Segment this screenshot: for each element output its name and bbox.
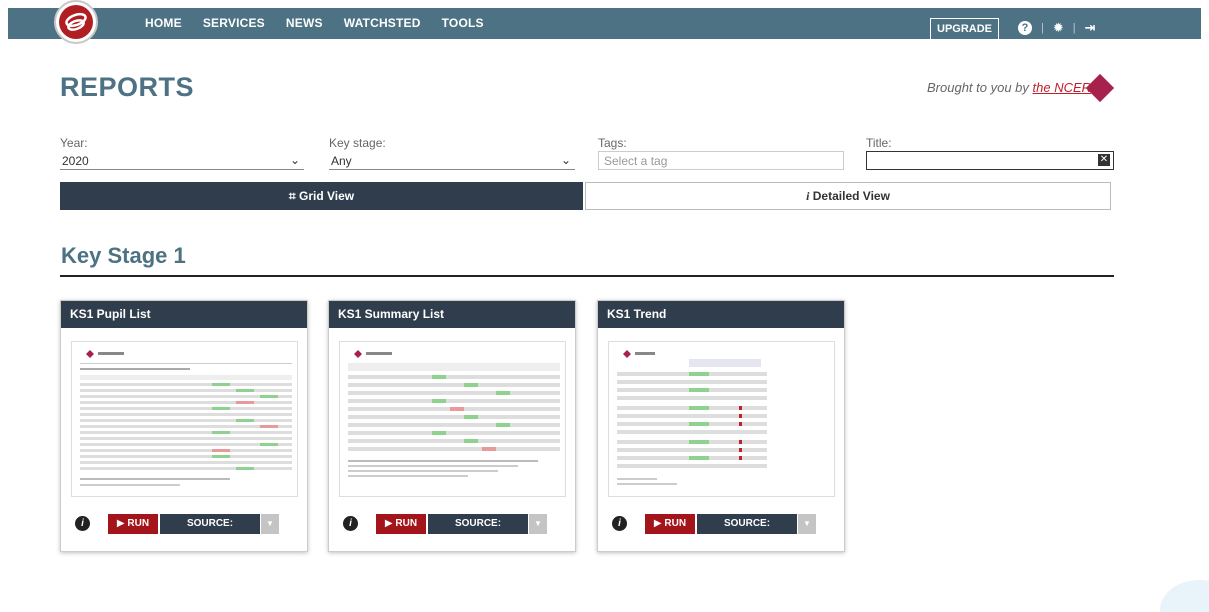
run-button[interactable]: ▶ RUN — [108, 514, 158, 534]
run-button[interactable]: ▶ RUN — [645, 514, 695, 534]
nav-news[interactable]: NEWS — [286, 16, 323, 30]
separator: | — [1072, 22, 1076, 34]
run-button[interactable]: ▶ RUN — [376, 514, 426, 534]
detailed-view-label: Detailed View — [812, 189, 890, 203]
brand-logo-mark — [59, 5, 93, 39]
info-icon[interactable]: i — [343, 516, 358, 531]
card-title: KS1 Trend — [598, 301, 844, 328]
sign-out-icon[interactable]: ⇥ — [1085, 20, 1096, 36]
credit-prefix: Brought to you by — [927, 80, 1033, 95]
report-card-ks1-trend: KS1 Trend i ▶ RUN SOURCE: PREDICTED ▼ — [597, 300, 845, 552]
section-title: Key Stage 1 — [61, 243, 186, 268]
separator: | — [1041, 22, 1044, 34]
info-icon[interactable]: i — [75, 516, 90, 531]
info-icon: i — [806, 189, 810, 203]
keystage-label: Key stage: — [329, 136, 386, 150]
tags-input[interactable]: Select a tag — [598, 151, 844, 170]
report-preview-thumbnail[interactable] — [71, 341, 298, 497]
nav-services[interactable]: SERVICES — [203, 16, 265, 30]
keystage-value: Any — [331, 154, 352, 168]
grid-icon: ⌗ — [288, 189, 296, 203]
utility-icons: ? | ✹ | ⇥ — [1018, 20, 1096, 36]
nav-watchsted[interactable]: WATCHSTED — [344, 16, 421, 30]
info-icon[interactable]: i — [612, 516, 627, 531]
year-select[interactable]: 2020 ⌄ — [60, 151, 304, 170]
source-button[interactable]: SOURCE: PREDICTED — [428, 514, 528, 549]
detailed-view-button[interactable]: i Detailed View — [585, 182, 1111, 210]
decorative-swoosh — [1160, 580, 1209, 612]
question-circle-icon[interactable]: ? — [1018, 21, 1032, 35]
source-dropdown-chevron-icon[interactable]: ▼ — [798, 514, 816, 534]
card-title: KS1 Pupil List — [61, 301, 307, 328]
report-preview-thumbnail[interactable] — [608, 341, 835, 497]
keystage-select[interactable]: Any ⌄ — [329, 151, 575, 170]
brand-logo[interactable] — [54, 0, 98, 44]
card-title: KS1 Summary List — [329, 301, 575, 328]
run-label: RUN — [664, 518, 687, 529]
top-nav-bar: HOME SERVICES NEWS WATCHSTED TOOLS UPGRA… — [8, 8, 1201, 40]
run-label: RUN — [127, 518, 150, 529]
clear-icon[interactable]: ✕ — [1098, 154, 1110, 166]
nav-home[interactable]: HOME — [145, 16, 182, 30]
chevron-down-icon: ⌄ — [560, 153, 571, 167]
section-divider — [60, 275, 1114, 277]
source-button[interactable]: SOURCE: PREDICTED — [697, 514, 797, 549]
grid-view-label: Grid View — [298, 189, 355, 203]
ncer-link[interactable]: the NCER — [1033, 80, 1092, 95]
report-card-ks1-summary-list: KS1 Summary List i ▶ RUN SOURCE: PREDICT… — [328, 300, 576, 552]
nav-tools[interactable]: TOOLS — [442, 16, 484, 30]
gear-icon[interactable]: ✹ — [1053, 20, 1064, 36]
grid-view-button[interactable]: ⌗ Grid View — [60, 182, 583, 210]
year-label: Year: — [60, 136, 88, 150]
report-card-ks1-pupil-list: KS1 Pupil List i ▶ RUN SOURCE: PREDICTED… — [60, 300, 308, 552]
report-preview-thumbnail[interactable] — [339, 341, 566, 497]
source-button[interactable]: SOURCE: PREDICTED — [160, 514, 260, 549]
tags-label: Tags: — [598, 136, 627, 150]
source-dropdown-chevron-icon[interactable]: ▼ — [261, 514, 279, 534]
upgrade-button[interactable]: UPGRADE — [930, 18, 1000, 40]
source-dropdown-chevron-icon[interactable]: ▼ — [529, 514, 547, 534]
main-nav: HOME SERVICES NEWS WATCHSTED TOOLS — [145, 16, 505, 30]
title-label: Title: — [866, 136, 892, 150]
credit-text: Brought to you by the NCER — [927, 80, 1091, 95]
year-value: 2020 — [62, 154, 89, 168]
ncer-logo-icon[interactable] — [1085, 73, 1115, 103]
title-input[interactable]: ✕ — [866, 151, 1114, 170]
page-title: REPORTS — [60, 72, 195, 102]
run-label: RUN — [395, 518, 418, 529]
chevron-down-icon: ⌄ — [289, 153, 300, 167]
